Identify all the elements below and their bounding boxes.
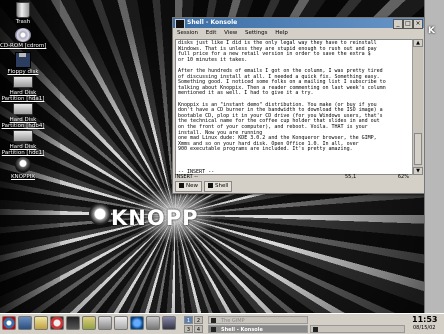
clock-date[interactable]: 08/15/02 <box>413 325 435 331</box>
trash-icon <box>16 2 30 18</box>
terminal-area[interactable]: disks just like I did is the only legal … <box>175 39 413 175</box>
desktop-pager-3[interactable]: 3 <box>184 325 193 333</box>
cursor-position: 55,1 <box>345 174 357 180</box>
browser-icon[interactable] <box>130 316 144 330</box>
floppy-desktop-icon[interactable]: Floppy disk <box>0 52 46 75</box>
settings-icon[interactable] <box>146 316 160 330</box>
terminal-text: disks just like I did is the only legal … <box>178 40 410 174</box>
window-list-icon[interactable] <box>18 316 32 330</box>
knoppix-logo-icon <box>89 203 111 225</box>
konsole-launcher-icon[interactable] <box>66 316 80 330</box>
cdrom-icon <box>15 28 31 42</box>
terminal-launcher-icon[interactable] <box>162 316 176 330</box>
menu-help[interactable]: Help <box>275 30 288 36</box>
vim-statusline: INSERT -- 55,1 62% <box>175 174 411 180</box>
session-tabs: New Shell <box>175 181 234 192</box>
task-empty[interactable] <box>310 325 405 333</box>
vim-mode: INSERT -- <box>175 174 198 180</box>
trash-desktop-icon[interactable]: Trash <box>0 2 46 25</box>
task-konsole-label: Shell - Konsole <box>221 327 263 333</box>
close-button[interactable]: × <box>413 19 423 29</box>
trash-label: Trash <box>15 19 31 25</box>
right-panel-strip <box>424 0 444 313</box>
harddisk-icon <box>13 130 33 142</box>
hdc1-label-line2: Partition [hdc1] <box>1 150 45 156</box>
task-gimp[interactable]: The GIMP <box>208 316 308 324</box>
task-gimp-label: The GIMP <box>221 318 245 324</box>
shell-session-icon <box>208 183 213 188</box>
konsole-task-icon <box>211 327 216 332</box>
terminal-icon[interactable] <box>175 19 185 29</box>
harddisk-hdb4-desktop-icon[interactable]: Hard Disk Partition [hdb4] <box>0 101 46 129</box>
desktop-pager-2[interactable]: 2 <box>194 316 203 324</box>
harddisk-icon <box>13 103 33 115</box>
scroll-thumb[interactable] <box>414 133 422 165</box>
minimize-button[interactable]: _ <box>393 19 403 29</box>
knoppix-logo-text: KNOPP <box>111 206 199 230</box>
konqueror-icon[interactable] <box>82 316 96 330</box>
window-titlebar[interactable]: Shell - Konsole _ □ × <box>173 18 425 29</box>
shell-session-tab[interactable]: Shell <box>204 181 233 192</box>
new-tab-label: New <box>186 183 198 189</box>
openoffice-icon[interactable] <box>98 316 112 330</box>
terminal-scrollbar[interactable]: ▲ ▼ <box>412 39 423 175</box>
cdrom-desktop-icon[interactable]: CD-ROM [cdrom] <box>0 28 46 49</box>
cdrom-label: CD-ROM [cdrom] <box>0 43 47 49</box>
editor-icon[interactable] <box>114 316 128 330</box>
file-percent: 62% <box>397 174 409 180</box>
menu-settings[interactable]: Settings <box>245 30 268 36</box>
desktop-pager-4[interactable]: 4 <box>194 325 203 333</box>
new-session-icon <box>179 183 184 188</box>
scroll-down-icon[interactable]: ▼ <box>413 167 423 175</box>
clock-time[interactable]: 11:53 <box>412 315 437 324</box>
shell-tab-label: Shell <box>215 183 229 189</box>
home-folder-icon[interactable] <box>34 316 48 330</box>
new-session-tab[interactable]: New <box>175 181 202 192</box>
konsole-window[interactable]: Shell - Konsole _ □ × Session Edit View … <box>172 17 426 194</box>
kde-panel: 1 2 3 4 The GIMP Shell - Konsole <box>0 313 444 334</box>
knoppix-label: KNOPPIX <box>10 174 36 180</box>
harddisk-hda1-desktop-icon[interactable]: Hard Disk Partition [hda1] <box>0 74 46 102</box>
task-shell-konsole[interactable]: Shell - Konsole <box>208 325 308 333</box>
kde-menu-icon[interactable] <box>2 316 16 330</box>
task-icon <box>313 327 318 332</box>
knoppix-icon <box>15 157 31 173</box>
gimp-task-icon <box>211 318 216 323</box>
menubar: Session Edit View Settings Help <box>173 29 425 38</box>
scroll-up-icon[interactable]: ▲ <box>413 39 423 47</box>
menu-view[interactable]: View <box>224 30 237 36</box>
menu-session[interactable]: Session <box>177 30 198 36</box>
desktop-pager-1[interactable]: 1 <box>184 316 193 324</box>
floppy-icon <box>15 52 31 68</box>
menu-edit[interactable]: Edit <box>206 30 217 36</box>
help-lifebuoy-icon[interactable] <box>50 316 64 330</box>
harddisk-icon <box>13 76 33 88</box>
maximize-button[interactable]: □ <box>403 19 413 29</box>
window-title: Shell - Konsole <box>187 19 238 26</box>
wallpaper-k-letter: K <box>428 26 435 36</box>
knoppix-desktop-icon[interactable]: KNOPPIX <box>0 157 46 180</box>
harddisk-hdc1-desktop-icon[interactable]: Hard Disk Partition [hdc1] <box>0 128 46 156</box>
